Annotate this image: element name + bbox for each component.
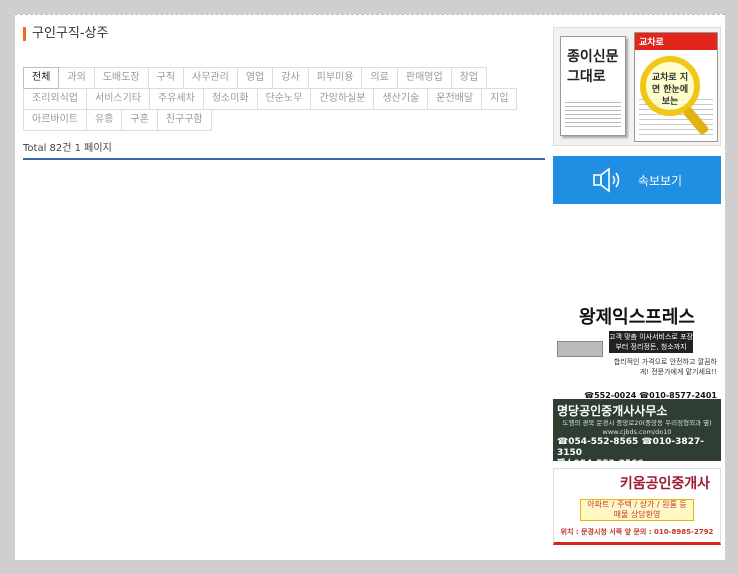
page-title-text: 구인구직-상주 [32,26,109,41]
realty-ad-2-box-line2: 매물 상담환영 [613,510,661,519]
tab-row-1: 전체 과외 도배도장 구직 사무관리 영업 강사 피부미용 의료 판매영업 창업 [23,67,545,89]
tab-row1-9[interactable]: 판매영업 [396,67,452,89]
realty-ad-2-bottom: 위치 : 문경시청 서쪽 앞 문의 : 010-8985-2792 [560,528,714,536]
category-tabs: 전체 과외 도배도장 구직 사무관리 영업 강사 피부미용 의료 판매영업 창업 조리외식업 서비스기… [23,67,545,131]
newspaper-lines [565,99,621,129]
tab-row2-7[interactable]: 운전배달 [427,88,483,110]
realty-ad-1-name: 명당공인중개사사무소 [557,404,668,418]
tab-row1-6[interactable]: 강사 [272,67,309,89]
tab-row3-3[interactable]: 친구구함 [156,109,212,131]
newspaper-headline: 종이신문 그대로 [567,49,619,85]
page-title: 구인구직-상주 [23,25,545,43]
truck-icon [557,341,603,357]
realty-ad-2-box: 아파트 / 주택 / 상가 / 원룸 등 매물 상담환영 [580,499,694,521]
total-count: Total 82건 1 페이지 [23,139,545,160]
sidebar: 종이신문 그대로 교차로 교차로 지면 한눈에 보는 속보보기 왕제익스프레스 [553,27,721,545]
realty-ad-2[interactable]: 키움공인중개사 아파트 / 주택 / 상가 / 원룸 등 매물 상담환영 위치 … [553,468,721,545]
magnifier-text: 교차로 지면 한눈에 보는 [651,73,689,107]
tab-row1-10[interactable]: 창업 [450,67,488,89]
tab-row1-7[interactable]: 피부미용 [307,67,363,89]
title-bar-icon [23,27,26,41]
breaking-news-button[interactable]: 속보보기 [553,156,721,204]
tab-row1-4[interactable]: 사무관리 [183,67,238,89]
tab-row1-0[interactable]: 전체 [23,67,60,89]
realty-ad-2-box-line1: 아파트 / 주택 / 상가 / 원룸 등 [587,500,687,509]
tab-row1-2[interactable]: 도배도장 [93,67,149,89]
realty-ad-1-tel: ☎054-552-8565 ☎010-3827-3150 [557,437,704,458]
moving-ad-desc: 합리적인 가격으로 안전하고 깔끔하게! 전문가에게 맡기세요!! [613,358,717,376]
main-content: 구인구직-상주 전체 과외 도배도장 구직 사무관리 영업 강사 피부미용 의료 판매영업 창업 조… [23,25,545,160]
moving-ad-strip: 고객 맞춤 이사서비스로 포장부터 정리정돈, 청소까지 [609,331,693,353]
tab-row3-0[interactable]: 아르바이트 [23,109,87,131]
tab-row2-6[interactable]: 생산기술 [373,88,429,110]
tab-row1-1[interactable]: 과외 [58,67,95,89]
tab-row-2: 조리외식업 서비스기타 주유세차 청소미화 단순노무 간잉하실분 생산기술 운전배달 지입 [23,88,545,110]
tab-row1-3[interactable]: 구직 [147,67,185,89]
tab-row3-2[interactable]: 구혼 [121,109,158,131]
tab-row-3: 아르바이트 유흥 구혼 친구구함 [23,109,545,131]
moving-company-ad[interactable]: 왕제익스프레스 고객 맞춤 이사서비스로 포장부터 정리정돈, 청소까지 합리적… [553,307,721,400]
newspaper-banner[interactable]: 종이신문 그대로 교차로 교차로 지면 한눈에 보는 [553,27,721,146]
tab-row2-3[interactable]: 청소미화 [202,88,258,110]
realty-ad-2-name: 키움공인중개사 [619,476,710,492]
tab-row1-8[interactable]: 의료 [361,67,398,89]
tab-row1-5[interactable]: 영업 [236,67,274,89]
newspaper-title: 교차로 [635,33,717,50]
tab-row2-1[interactable]: 서비스기타 [86,88,150,110]
breaking-news-label: 속보보기 [637,173,683,188]
moving-ad-name: 왕제익스프레스 [579,307,695,328]
tab-row2-0[interactable]: 조리외식업 [23,88,87,110]
tab-row2-2[interactable]: 주유세차 [149,88,204,110]
tab-row3-1[interactable]: 유흥 [86,109,123,131]
page-content: 구인구직-상주 전체 과외 도배도장 구직 사무관리 영업 강사 피부미용 의료 판매영업 창업 조… [15,14,725,560]
speaker-icon [593,167,620,193]
newspaper-left-image: 종이신문 그대로 [560,36,626,136]
tab-row2-5[interactable]: 간잉하실분 [310,88,375,110]
tab-row2-8[interactable]: 지입 [481,88,518,110]
realty-ad-1[interactable]: 명당공인중개사사무소 도행의 경북 문경시 중앙로20(중앙동 우리정형외과 옆… [553,399,721,469]
realty-ad-1-addr: 도행의 경북 문경시 중앙로20(중앙동 우리정형외과 옆) [562,419,712,427]
tab-row2-4[interactable]: 단순노무 [256,88,312,110]
realty-ad-1-web: www.cjbds.com/do10 [602,428,672,436]
